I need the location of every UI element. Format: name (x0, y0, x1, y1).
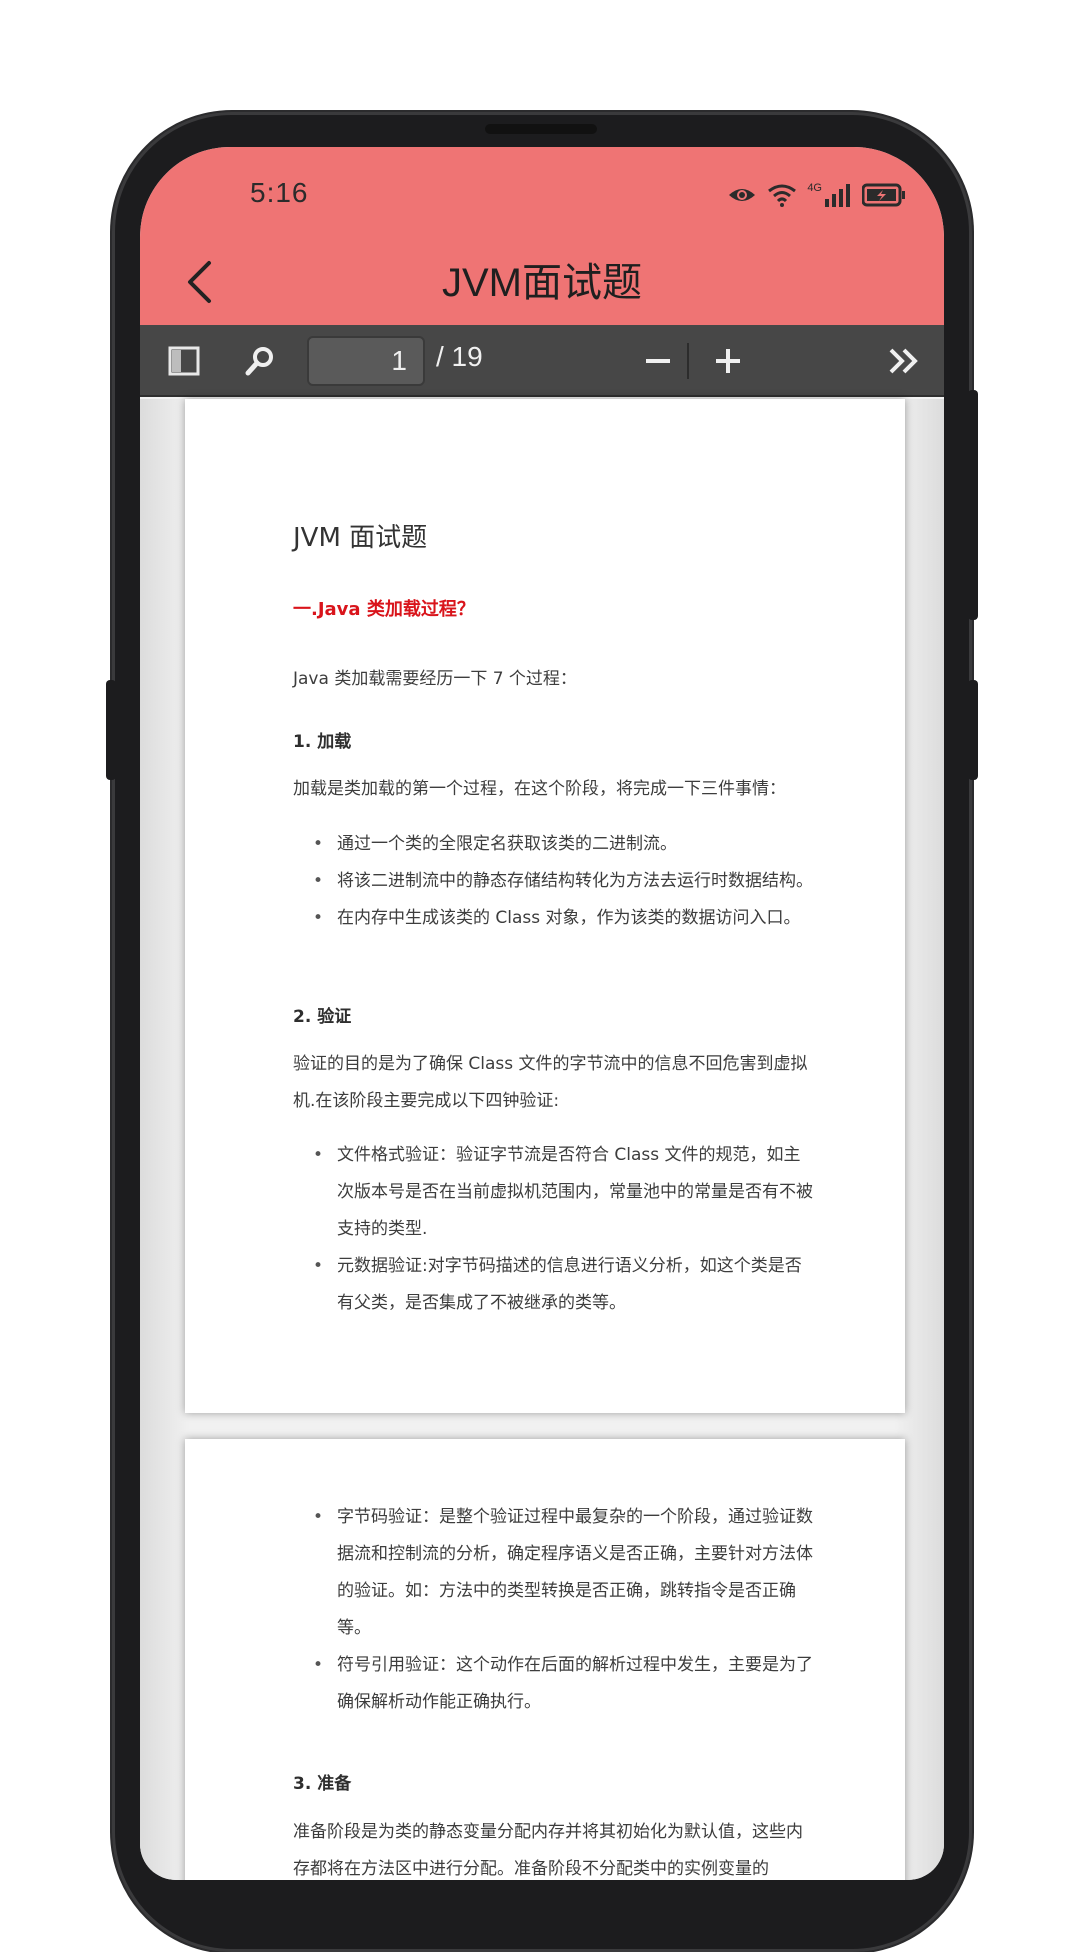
list-item: 在内存中生成该类的 Class 对象，作为该类的数据访问入口。 (293, 900, 813, 937)
sidebar-toggle-button[interactable] (162, 339, 206, 383)
section-heading-prepare: 3. 准备 (293, 1774, 352, 1794)
power-button (968, 390, 978, 620)
bullet-list-verify: 文件格式验证：验证字节流是否符合 Class 文件的规范，如主次版本号是否在当前… (293, 1137, 813, 1322)
signal-icon (825, 184, 850, 207)
zoom-in-button[interactable] (706, 339, 750, 383)
tools-menu-button[interactable] (882, 339, 926, 383)
bullet-list-verify-cont: 字节码验证：是整个验证过程中最复杂的一个阶段，通过验证数据流和控制流的分析，确定… (293, 1499, 813, 1721)
pdf-page-1: JVM 面试题 一.Java 类加载过程？ Java 类加载需要经历一下 7 个… (185, 399, 905, 1413)
side-button (106, 680, 116, 780)
list-item: 文件格式验证：验证字节流是否符合 Class 文件的规范，如主次版本号是否在当前… (293, 1137, 813, 1248)
question-heading: 一.Java 类加载过程？ (293, 599, 475, 620)
sidebar-toggle-icon (168, 346, 200, 376)
status-time: 5:16 (250, 177, 309, 208)
section-text-load: 加载是类加载的第一个过程，在这个阶段，将完成一下三件事情： (293, 779, 786, 799)
double-chevron-right-icon (889, 348, 918, 374)
eye-icon (729, 189, 756, 201)
network-type-label: 4G (807, 182, 822, 194)
minus-icon (646, 359, 670, 363)
section-text-prepare: 准备阶段是为类的静态变量分配内存并将其初始化为默认值，这些内存都将在方法区中进行… (293, 1822, 803, 1879)
page-number-input[interactable]: 1 (307, 336, 425, 386)
zoom-out-button[interactable] (636, 339, 680, 383)
zoom-divider (687, 343, 689, 379)
battery-icon (862, 183, 905, 207)
page-title: JVM面试题 (442, 261, 642, 305)
list-item: 字节码验证：是整个验证过程中最复杂的一个阶段，通过验证数据流和控制流的分析，确定… (293, 1499, 813, 1647)
list-item: 元数据验证:对字节码描述的信息进行语义分析，如这个类是否有父类，是否集成了不被继… (293, 1248, 813, 1322)
section-text-verify: 验证的目的是为了确保 Class 文件的字节流中的信息不回危害到虚拟机.在该阶段… (293, 1054, 808, 1111)
app-bar: 5:16 4G JVM面试题 (140, 147, 944, 325)
section-heading-load: 1. 加载 (293, 732, 352, 752)
speaker-grille (485, 124, 597, 134)
phone-screen: 5:16 4G JVM面试题 1 / 19 JVM 面试题 一.Java 类加载… (140, 147, 944, 1880)
pdf-toolbar: 1 / 19 (140, 325, 944, 397)
document-title: JVM 面试题 (293, 523, 428, 553)
document-viewer[interactable]: JVM 面试题 一.Java 类加载过程？ Java 类加载需要经历一下 7 个… (140, 399, 944, 1880)
volume-button (968, 680, 978, 780)
status-icons: 4G (727, 182, 906, 207)
intro-text: Java 类加载需要经历一下 7 个过程： (293, 669, 577, 689)
plus-icon (716, 349, 740, 373)
wifi-icon (768, 184, 797, 207)
page-total: / 19 (436, 341, 483, 372)
list-item: 符号引用验证：这个动作在后面的解析过程中发生，主要是为了确保解析动作能正确执行。 (293, 1647, 813, 1721)
list-item: 通过一个类的全限定名获取该类的二进制流。 (293, 826, 813, 863)
section-heading-verify: 2. 验证 (293, 1007, 352, 1027)
pdf-page-2: 字节码验证：是整个验证过程中最复杂的一个阶段，通过验证数据流和控制流的分析，确定… (185, 1439, 905, 1880)
search-button[interactable] (238, 339, 282, 383)
search-icon (245, 347, 273, 376)
bullet-list-load: 通过一个类的全限定名获取该类的二进制流。 将该二进制流中的静态存储结构转化为方法… (293, 826, 813, 937)
list-item: 将该二进制流中的静态存储结构转化为方法去运行时数据结构。 (293, 863, 813, 900)
